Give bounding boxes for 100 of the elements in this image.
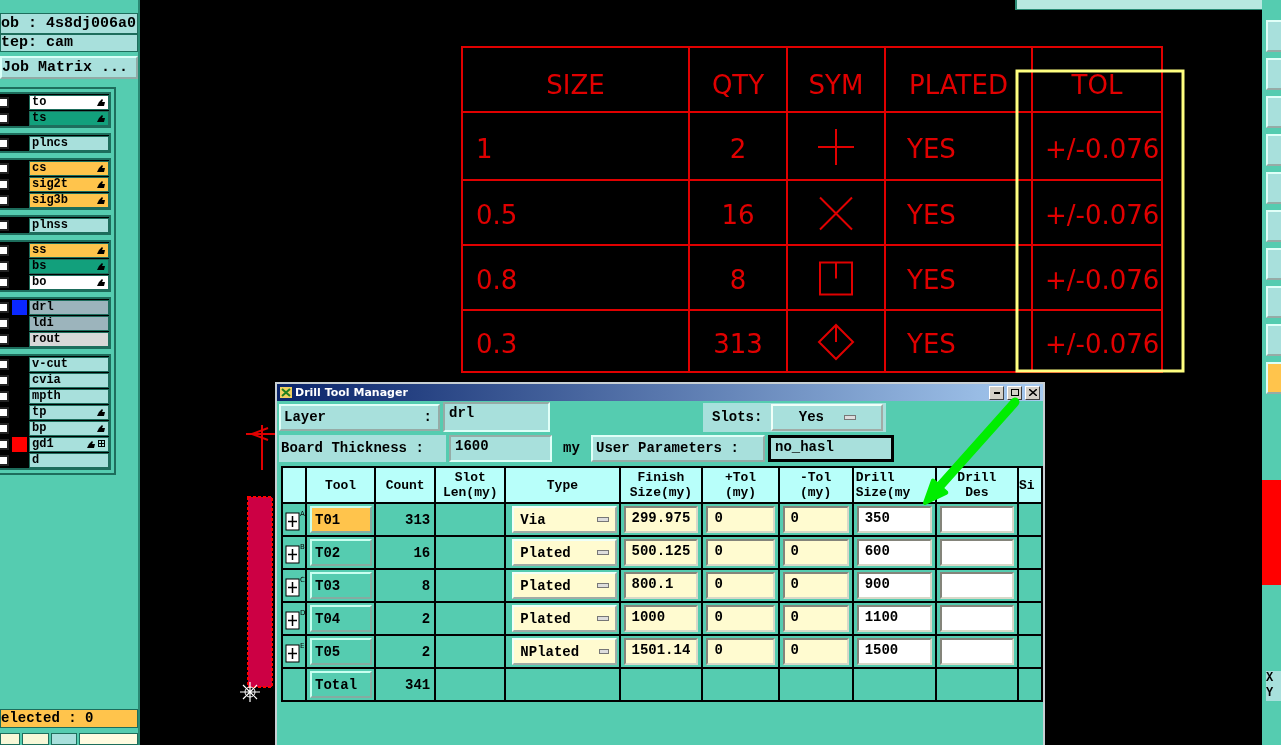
tool-button[interactable]: T05 [310,638,373,665]
column-header: SYM [808,69,864,100]
layer-name[interactable]: cs [29,160,109,176]
minus-tol-field[interactable]: 0 [782,506,849,533]
type-dropdown[interactable]: Via [512,506,618,533]
minus-tol-field[interactable]: 0 [782,539,849,566]
qty-value: 8 [729,265,747,295]
minus-tol-field[interactable]: 0 [782,572,849,599]
minimize-button[interactable] [989,385,1004,400]
layer-name[interactable]: plncs [29,135,109,151]
drill-size-field[interactable]: 600 [856,539,932,566]
tolerance-value: +/-0.076 [1045,328,1160,359]
tool-button[interactable]: T01 [310,506,373,533]
layer-name[interactable]: ss [29,242,109,258]
layer-checkbox[interactable] [0,422,9,434]
small-toolbar-button[interactable] [51,733,77,745]
type-dropdown[interactable]: Plated [512,605,618,632]
drill-des-field[interactable] [939,539,1014,566]
drill-des-field[interactable] [939,506,1014,533]
finish-size-field[interactable]: 800.1 [623,572,699,599]
type-dropdown[interactable]: Plated [512,539,618,566]
unit-label: my [562,440,581,456]
layer-checkbox[interactable] [0,276,9,288]
layer-name[interactable]: ts [29,110,109,126]
layer-checkbox[interactable] [0,374,9,386]
plus-tol-field[interactable]: 0 [706,539,775,566]
type-dropdown[interactable]: NPlated [512,638,618,665]
layer-checkbox[interactable] [0,112,9,124]
minus-tol-field[interactable]: 0 [782,605,849,632]
layer-checkbox[interactable] [0,219,9,231]
plus-tol-field[interactable]: 0 [706,572,775,599]
board-thickness-label: Board Thickness : [279,434,446,462]
drill-size-field[interactable]: 350 [856,506,932,533]
drill-size-field[interactable]: 900 [856,572,932,599]
layer-checkbox[interactable] [0,244,9,256]
tool-button[interactable]: T03 [310,572,373,599]
plus-tol-field[interactable]: 0 [706,605,775,632]
minus-tol-field[interactable]: 0 [782,638,849,665]
layer-name[interactable]: to [29,94,109,110]
maximize-button[interactable] [1007,385,1022,400]
layer-checkbox[interactable] [0,454,9,466]
type-dropdown[interactable]: Plated [512,572,618,599]
layer-checkbox[interactable] [0,178,9,190]
close-button[interactable] [1025,385,1040,400]
layer-checkbox[interactable] [0,406,9,418]
finish-size-field[interactable]: 1000 [623,605,699,632]
finish-size-field[interactable]: 1501.14 [623,638,699,665]
layer-name[interactable]: rout [29,331,109,347]
layer-name[interactable]: v-cut [29,356,109,372]
drill-size-field[interactable]: 1100 [856,605,932,632]
finish-size-field[interactable]: 500.125 [623,539,699,566]
maximize-icon [1010,389,1019,396]
layer-name[interactable]: mpth [29,388,109,404]
board-thickness-field[interactable]: 1600 [449,434,552,462]
tool-button[interactable]: T02 [310,539,373,566]
user-parameters-field[interactable]: no_hasl [768,434,894,462]
drill-des-field[interactable] [939,572,1014,599]
layer-name[interactable]: plnss [29,217,109,233]
drill-size-field[interactable]: 1500 [856,638,932,665]
close-icon [1028,389,1037,396]
slots-dropdown[interactable]: Yes [771,403,884,431]
layer-name[interactable]: bp [29,420,109,436]
column-header: Slot Len(my) [435,467,506,503]
layer-name[interactable]: cvia [29,372,109,388]
small-toolbar-button[interactable] [21,733,50,745]
layer-name[interactable]: bs [29,258,109,274]
layer-button[interactable]: Layer : [279,403,440,431]
layer-name[interactable]: tp [29,404,109,420]
plus-tol-field[interactable]: 0 [706,506,775,533]
drill-des-field[interactable] [939,605,1014,632]
layer-name[interactable]: ldi [29,315,109,331]
input-field[interactable] [78,733,138,745]
layer-checkbox[interactable] [0,194,9,206]
drill-des-field[interactable] [939,638,1014,665]
finish-size-field[interactable]: 299.975 [623,506,699,533]
layer-name[interactable]: drl [29,299,109,315]
layer-name[interactable]: d [29,452,109,468]
column-header: Count [375,467,436,503]
layer-checkbox[interactable] [0,137,9,149]
layer-checkbox[interactable] [0,390,9,402]
small-toolbar-button[interactable] [0,733,20,745]
layer-checkbox[interactable] [0,438,9,450]
total-button[interactable]: Total [310,671,373,698]
plus-tol-field[interactable]: 0 [706,638,775,665]
layer-checkbox[interactable] [0,333,9,345]
user-parameters-button[interactable]: User Parameters : [591,434,765,462]
layer-name[interactable]: bo [29,274,109,290]
qty-value: 16 [721,200,755,230]
layer-checkbox[interactable] [0,301,9,313]
layer-checkbox[interactable] [0,96,9,108]
layer-checkbox[interactable] [0,358,9,370]
layer-checkbox[interactable] [0,317,9,329]
layer-field[interactable]: drl [443,402,550,432]
layer-name[interactable]: sig2t [29,176,109,192]
layer-checkbox[interactable] [0,162,9,174]
layer-name[interactable]: gd1 [29,436,109,452]
layer-checkbox[interactable] [0,260,9,272]
job-matrix-button[interactable]: Job Matrix ... [0,56,138,79]
layer-name[interactable]: sig3b [29,192,109,208]
tool-button[interactable]: T04 [310,605,373,632]
